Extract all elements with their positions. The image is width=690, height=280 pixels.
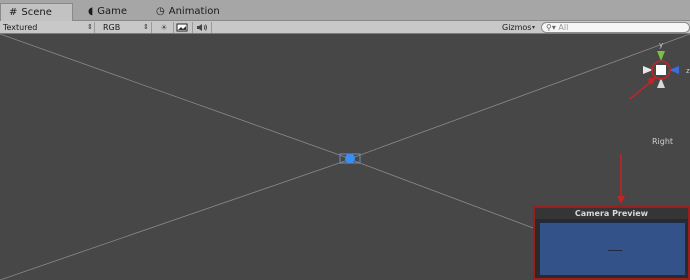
image-icon[interactable] bbox=[176, 21, 190, 34]
tab-game[interactable]: ◖ Game bbox=[80, 3, 150, 21]
gizmos-label: Gizmos bbox=[502, 23, 532, 32]
search-icon: ⚲▾ bbox=[546, 23, 556, 32]
camera-preview-panel: Camera Preview bbox=[533, 206, 690, 280]
axis-z-label: z bbox=[686, 67, 690, 75]
annotation-arrow bbox=[629, 77, 656, 100]
toolbar-divider bbox=[173, 22, 174, 33]
render-mode-value: RGB bbox=[103, 23, 121, 32]
gizmo-view-label: Right bbox=[652, 137, 674, 146]
gizmo-center-cube bbox=[656, 65, 666, 75]
tab-bar: # Scene ◖ Game ◷ Animation bbox=[0, 0, 690, 21]
toolbar-divider bbox=[151, 22, 152, 33]
draw-mode-dropdown[interactable]: Textured bbox=[3, 21, 93, 34]
toolbar-divider bbox=[211, 22, 212, 33]
tab-animation-label: Animation bbox=[168, 6, 220, 17]
speaker-icon[interactable] bbox=[195, 21, 209, 34]
search-input[interactable]: ⚲▾ All bbox=[541, 22, 690, 33]
frustum-line bbox=[0, 159, 349, 280]
scene-grid-icon: # bbox=[9, 7, 18, 18]
annotation-arrow bbox=[617, 154, 625, 204]
render-mode-arrow-icon: ⇕ bbox=[143, 23, 149, 31]
frustum-line bbox=[351, 159, 534, 229]
draw-mode-value: Textured bbox=[3, 23, 38, 32]
tab-scene[interactable]: # Scene bbox=[0, 3, 73, 21]
frustum-line bbox=[0, 34, 349, 159]
tab-game-label: Game bbox=[97, 6, 128, 17]
draw-mode-arrow-icon: ⇕ bbox=[87, 23, 93, 31]
search-placeholder: All bbox=[558, 23, 569, 32]
toolbar-divider bbox=[192, 22, 193, 33]
game-pacman-icon: ◖ bbox=[88, 6, 94, 17]
axis-y-label: y bbox=[659, 41, 663, 49]
camera-preview-title: Camera Preview bbox=[535, 208, 688, 219]
scene-toolbar: Textured ⇕ RGB ⇕ ☀ Gizmos ▾ ⚲▾ All bbox=[0, 21, 690, 34]
selected-object-dot[interactable] bbox=[345, 153, 355, 164]
y-axis-cone-icon bbox=[657, 51, 665, 61]
animation-clock-icon: ◷ bbox=[156, 6, 165, 17]
tab-scene-label: Scene bbox=[21, 7, 52, 18]
camera-preview-object bbox=[608, 250, 622, 251]
tab-animation[interactable]: ◷ Animation bbox=[148, 3, 238, 21]
gizmos-dropdown[interactable]: Gizmos bbox=[502, 21, 534, 34]
camera-preview-viewport bbox=[539, 222, 686, 276]
sun-icon[interactable]: ☀ bbox=[157, 21, 171, 34]
gizmos-arrow-icon: ▾ bbox=[532, 24, 536, 31]
frustum-line bbox=[351, 34, 690, 159]
toolbar-divider bbox=[94, 22, 95, 33]
